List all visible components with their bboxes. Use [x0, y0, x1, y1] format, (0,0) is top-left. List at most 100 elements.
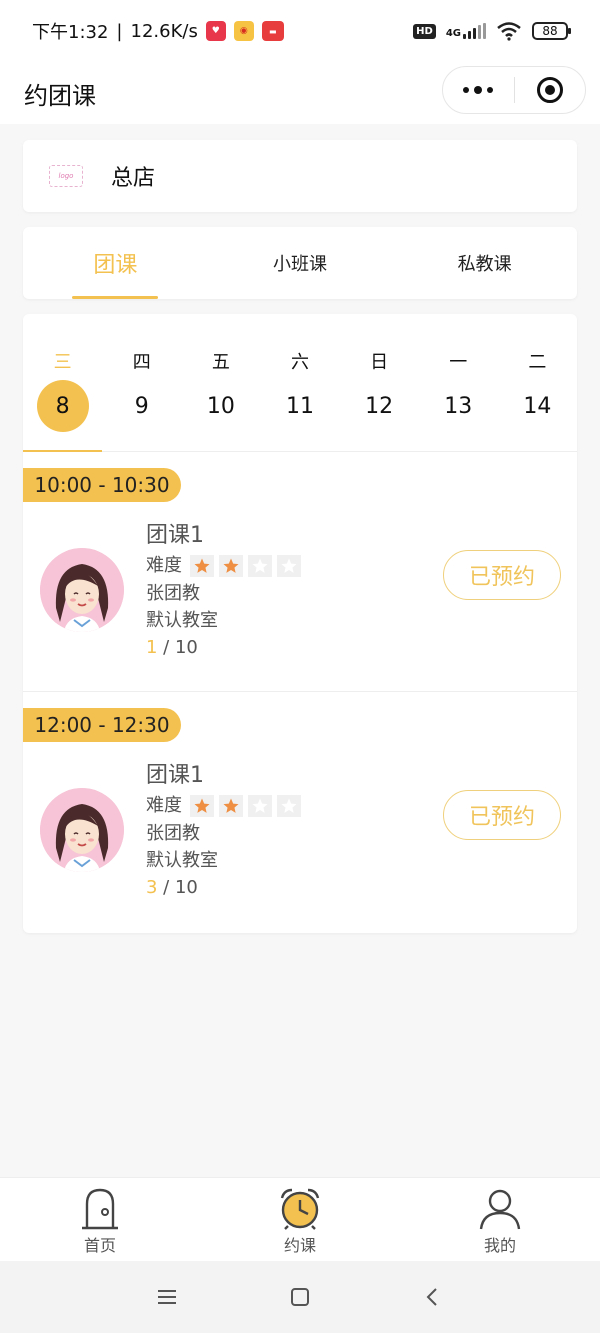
class-session[interactable]: 12:00 - 12:30 团课1 难度 张团教 默认教室 3 / 10 已预约 [23, 692, 577, 932]
difficulty-label: 难度 [146, 555, 182, 576]
status-bar: 下午1:32 | 12.6K/s ♥ ◉ ▬ HD 4G 88 [0, 0, 600, 62]
more-button[interactable] [443, 67, 514, 113]
day-date: 10 [206, 393, 235, 419]
weibo-icon: ◉ [233, 21, 254, 41]
course-info: 团课1 难度 张团教 默认教室 1 / 10 [146, 520, 301, 661]
day-weekday: 五 [211, 352, 230, 373]
status-left: 下午1:32 | 12.6K/s ♥ ◉ ▬ [32, 18, 284, 44]
bottom-tab-bar: 首页 约课 我的 [0, 1177, 600, 1261]
difficulty-label: 难度 [146, 795, 182, 816]
capacity-count: 1 / 10 [146, 634, 301, 661]
star-filled-icon [190, 555, 214, 577]
day-weekday: 六 [290, 352, 309, 373]
close-mini-program-button[interactable] [515, 67, 586, 113]
day-date: 11 [285, 393, 314, 419]
course-name: 团课1 [146, 523, 204, 548]
star-filled-icon [219, 795, 243, 817]
tabbar-item-booking[interactable]: 约课 [200, 1178, 400, 1261]
app-notification-icon: ♥ [205, 21, 226, 41]
hd-icon: HD [413, 23, 436, 39]
difficulty-row: 难度 [146, 552, 301, 580]
status-separator: | [116, 20, 123, 42]
day-item[interactable]: 五 10 [181, 314, 260, 451]
booked-count: 1 [146, 637, 158, 658]
star-empty-icon [277, 555, 301, 577]
day-item[interactable]: 四 9 [102, 314, 181, 451]
tabbar-item-home[interactable]: 首页 [0, 1178, 200, 1261]
wifi-icon [497, 22, 521, 41]
tabbar-label: 我的 [483, 1236, 516, 1255]
booked-count: 3 [146, 877, 158, 898]
store-logo-text: logo [58, 172, 74, 180]
day-date: 13 [444, 393, 473, 419]
room-name: 默认教室 [146, 850, 218, 871]
capacity-count: 3 / 10 [146, 874, 301, 901]
room-name: 默认教室 [146, 610, 218, 631]
session-time-tag: 10:00 - 10:30 [23, 468, 181, 502]
door-icon [82, 1188, 118, 1230]
star-empty-icon [248, 795, 272, 817]
status-time: 下午1:32 [32, 22, 109, 43]
booked-status-button[interactable]: 已预约 [443, 550, 561, 600]
day-weekday: 日 [370, 352, 389, 373]
course-info: 团课1 难度 张团教 默认教室 3 / 10 [146, 760, 301, 901]
day-item[interactable]: 二 14 [498, 314, 577, 451]
session-time-tag: 12:00 - 12:30 [23, 708, 181, 742]
toutiao-icon: ▬ [261, 21, 284, 41]
day-date: 12 [365, 393, 394, 419]
tabbar-label: 约课 [283, 1236, 316, 1255]
store-logo: logo [49, 165, 83, 187]
system-navigation-bar [0, 1261, 600, 1333]
day-date: 8 [36, 380, 89, 432]
home-square-icon[interactable] [289, 1286, 311, 1308]
coach-avatar [40, 788, 124, 872]
star-filled-icon [219, 555, 243, 577]
day-weekday: 三 [53, 352, 72, 373]
battery-icon: 88 [532, 22, 571, 40]
course-type-tabs: 团课 小班课 私教课 [23, 227, 577, 299]
day-weekday: 一 [449, 352, 468, 373]
network-speed: 12.6K/s [130, 20, 198, 42]
tab-small-class[interactable]: 小班课 [208, 227, 393, 299]
coach-name: 张团教 [146, 823, 200, 844]
capacity-separator: / [157, 637, 175, 658]
coach-name: 张团教 [146, 583, 200, 604]
page-title: 约团课 [24, 81, 96, 110]
difficulty-rating [190, 795, 301, 817]
coach-avatar [40, 548, 124, 632]
network-type: 4G [445, 28, 461, 39]
day-date: 9 [134, 393, 149, 419]
tab-group-class[interactable]: 团课 [23, 227, 208, 299]
course-name: 团课1 [146, 763, 204, 788]
day-item[interactable]: 六 11 [260, 314, 339, 451]
tabbar-item-profile[interactable]: 我的 [400, 1178, 600, 1261]
day-weekday: 四 [132, 352, 151, 373]
status-right: HD 4G 88 [413, 21, 571, 41]
schedule-card: 三 8 四 9 五 10 六 11 日 12 一 13 二 14 10:00 -… [23, 314, 577, 933]
difficulty-row: 难度 [146, 792, 301, 820]
star-filled-icon [190, 795, 214, 817]
target-close-icon [536, 77, 563, 103]
cellular-signal-icon: 4G [446, 23, 486, 39]
battery-level: 88 [542, 24, 558, 38]
nav-bar: 约团课 [0, 62, 600, 124]
day-item[interactable]: 三 8 [23, 314, 103, 452]
menu-icon[interactable] [156, 1288, 178, 1306]
user-icon [479, 1189, 521, 1230]
difficulty-rating [190, 555, 301, 577]
day-item[interactable]: 日 12 [340, 314, 419, 451]
back-chevron-icon[interactable] [422, 1286, 444, 1308]
signal-bars-icon [463, 23, 486, 39]
capacity-total: 10 [174, 637, 198, 658]
week-date-selector: 三 8 四 9 五 10 六 11 日 12 一 13 二 14 [23, 314, 577, 452]
day-weekday: 二 [528, 352, 547, 373]
day-date: 14 [523, 393, 552, 419]
day-item[interactable]: 一 13 [419, 314, 498, 451]
capacity-total: 10 [174, 877, 198, 898]
booked-status-button[interactable]: 已预约 [443, 790, 561, 840]
mini-program-capsule [442, 66, 586, 114]
tab-private-class[interactable]: 私教课 [392, 227, 577, 299]
class-session[interactable]: 10:00 - 10:30 团课1 难度 张团教 默认教室 1 / 10 已预约 [23, 452, 577, 692]
store-selector[interactable]: logo 总店 [23, 140, 577, 212]
capacity-separator: / [157, 877, 175, 898]
